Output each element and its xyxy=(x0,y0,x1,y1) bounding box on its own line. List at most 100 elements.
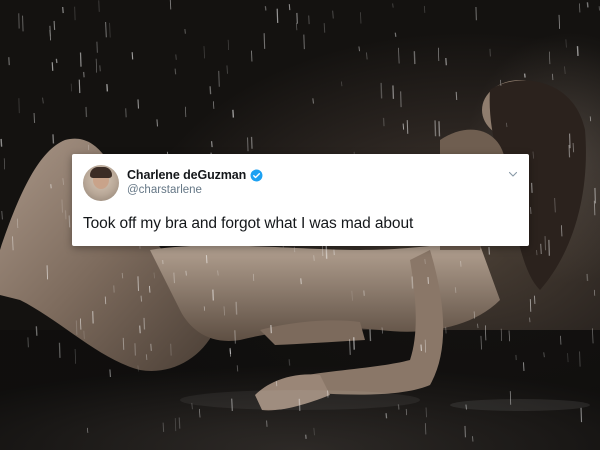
raindrop xyxy=(33,112,36,123)
raindrop xyxy=(515,354,518,361)
raindrop xyxy=(153,272,155,279)
raindrop xyxy=(17,218,19,228)
tweet-text: Took off my bra and forgot what I was ma… xyxy=(83,215,414,232)
raindrop xyxy=(589,116,592,122)
raindrop xyxy=(250,136,253,149)
raindrop xyxy=(477,323,479,329)
raindrop xyxy=(558,14,560,29)
raindrop xyxy=(533,295,536,304)
raindrop xyxy=(565,39,567,48)
raindrop xyxy=(500,328,502,342)
raindrop xyxy=(500,79,502,86)
raindrop xyxy=(162,422,165,432)
raindrop xyxy=(87,144,90,151)
raindrop xyxy=(35,326,38,336)
raindrop xyxy=(549,51,551,65)
raindrop xyxy=(229,349,231,357)
verified-badge-icon xyxy=(250,169,263,181)
raindrop xyxy=(99,65,101,72)
raindrop xyxy=(445,326,447,334)
raindrop xyxy=(394,32,397,37)
raindrop xyxy=(326,390,329,398)
raindrop xyxy=(369,329,372,342)
raindrop xyxy=(402,123,405,130)
raindrop xyxy=(218,70,220,87)
raindrop xyxy=(424,259,426,264)
raindrop xyxy=(508,330,510,342)
raindrop xyxy=(170,343,172,356)
raindrop xyxy=(247,137,249,152)
raindrop xyxy=(173,272,175,284)
raindrop xyxy=(236,365,239,372)
raindrop xyxy=(544,236,547,251)
raindrop xyxy=(300,278,302,285)
raindrop xyxy=(464,425,467,438)
raindrop xyxy=(22,15,24,32)
raindrop xyxy=(530,207,532,214)
raindrop xyxy=(211,141,213,148)
raindrop xyxy=(82,71,85,78)
raindrop xyxy=(400,91,402,108)
raindrop xyxy=(398,47,400,64)
raindrop xyxy=(366,52,368,60)
raindrop xyxy=(113,285,115,293)
raindrop xyxy=(480,335,482,350)
raindrop xyxy=(223,306,225,316)
raindrop xyxy=(74,349,76,364)
author-display-name[interactable]: Charlene deGuzman xyxy=(127,168,246,182)
raindrop xyxy=(85,106,88,118)
raindrop xyxy=(49,25,51,41)
raindrop xyxy=(423,5,426,13)
tweet-card[interactable]: Charlene deGuzman @charstarlene Took off… xyxy=(72,154,529,246)
author-handle[interactable]: @charstarlene xyxy=(127,184,202,196)
raindrop xyxy=(78,79,81,94)
raindrop xyxy=(53,20,56,30)
raindrop xyxy=(209,86,212,95)
raindrop xyxy=(231,398,233,411)
raindrop xyxy=(411,276,414,289)
raindrop xyxy=(217,270,219,276)
raindrop xyxy=(438,121,441,137)
raindrop xyxy=(234,330,236,344)
raindrop xyxy=(358,46,360,52)
chevron-down-icon[interactable] xyxy=(507,168,519,180)
raindrop xyxy=(586,273,589,281)
raindrop xyxy=(554,197,556,213)
raindrop xyxy=(275,380,278,387)
raindrop xyxy=(360,12,362,24)
raindrop xyxy=(506,122,508,128)
raindrop xyxy=(205,255,208,264)
raindrop xyxy=(92,311,94,324)
raindrop xyxy=(489,48,491,57)
raindrop xyxy=(95,58,97,73)
raindrop xyxy=(74,6,76,21)
raindrop xyxy=(579,3,581,13)
raindrop xyxy=(288,4,291,11)
raindrop xyxy=(12,236,14,251)
raindrop xyxy=(185,270,187,276)
raindrop xyxy=(397,404,400,410)
raindrop xyxy=(109,369,111,378)
raindrop xyxy=(332,10,334,19)
raindrop xyxy=(212,289,215,301)
raindrop xyxy=(55,58,58,64)
raindrop xyxy=(564,66,566,74)
raindrop xyxy=(184,28,186,34)
raindrop xyxy=(420,344,423,352)
raindrop xyxy=(122,337,125,350)
raindrop xyxy=(46,265,49,280)
raindrop xyxy=(296,12,298,24)
raindrop xyxy=(161,259,164,265)
raindrop xyxy=(169,0,172,10)
raindrop xyxy=(250,50,253,62)
raindrop xyxy=(528,317,531,323)
raindrop xyxy=(349,339,351,355)
raindrop xyxy=(235,301,238,315)
raindrop xyxy=(535,250,538,256)
profile-avatar[interactable] xyxy=(83,165,119,201)
raindrop xyxy=(543,352,545,358)
raindrop xyxy=(203,306,205,311)
raindrop xyxy=(424,423,427,435)
raindrop xyxy=(293,246,296,253)
raindrop xyxy=(148,285,151,293)
